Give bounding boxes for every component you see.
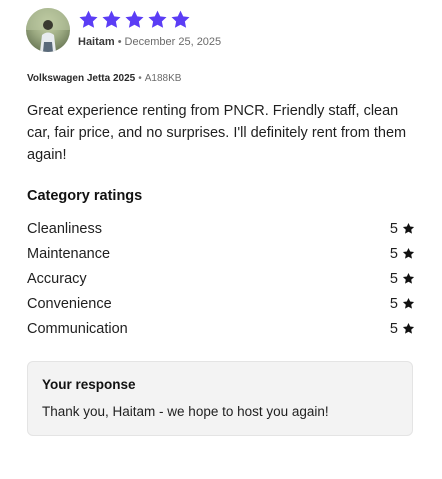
response-title: Your response bbox=[42, 377, 136, 392]
star-icon bbox=[171, 10, 190, 28]
star-icon bbox=[402, 247, 415, 259]
rating-number: 5 bbox=[389, 320, 398, 337]
rating-row-convenience: Convenience 5 bbox=[27, 291, 415, 316]
host-response-box: Your response Thank you, Haitam - we hop… bbox=[27, 361, 413, 436]
rating-value: 5 bbox=[390, 296, 415, 312]
overall-rating-stars bbox=[78, 9, 221, 31]
star-icon bbox=[402, 272, 415, 284]
rating-row-communication: Communication 5 bbox=[27, 316, 415, 341]
reviewer-name[interactable]: Haitam bbox=[78, 36, 115, 48]
vehicle-info: Volkswagen Jetta 2025 • A188KB bbox=[27, 73, 181, 84]
star-icon bbox=[125, 10, 144, 28]
star-icon bbox=[402, 297, 415, 309]
star-icon bbox=[402, 322, 415, 334]
rating-row-cleanliness: Cleanliness 5 bbox=[27, 216, 415, 241]
rating-value: 5 bbox=[390, 221, 415, 237]
rating-label: Communication bbox=[27, 320, 128, 337]
review-header: Haitam • December 25, 2025 bbox=[26, 8, 221, 52]
vehicle-plate: A188KB bbox=[144, 73, 182, 84]
vehicle-model[interactable]: Volkswagen Jetta 2025 bbox=[27, 73, 135, 84]
review-text: Great experience renting from PNCR. Frie… bbox=[27, 103, 407, 163]
response-text: Thank you, Haitam - we hope to host you … bbox=[42, 404, 329, 419]
rating-label: Cleanliness bbox=[27, 220, 102, 237]
rating-number: 5 bbox=[389, 295, 398, 312]
review-card: Haitam • December 25, 2025 Volkswagen Jett… bbox=[0, 0, 442, 479]
reviewer-meta: Haitam • December 25, 2025 bbox=[78, 36, 221, 48]
rating-number: 5 bbox=[389, 220, 398, 237]
avatar[interactable] bbox=[26, 8, 70, 52]
star-icon bbox=[402, 222, 415, 234]
rating-number: 5 bbox=[389, 270, 398, 287]
rating-label: Accuracy bbox=[27, 270, 87, 287]
category-ratings-title: Category ratings bbox=[27, 188, 143, 204]
rating-row-maintenance: Maintenance 5 bbox=[27, 241, 415, 266]
rating-number: 5 bbox=[389, 245, 398, 262]
review-date: December 25, 2025 bbox=[124, 35, 222, 48]
vehicle-separator: • bbox=[138, 73, 142, 84]
rating-label: Convenience bbox=[27, 295, 112, 312]
star-icon bbox=[102, 10, 121, 28]
star-icon bbox=[79, 10, 98, 28]
rating-label: Maintenance bbox=[27, 245, 111, 262]
rating-value: 5 bbox=[390, 246, 415, 262]
rating-value: 5 bbox=[390, 321, 415, 337]
reviewer-block: Haitam • December 25, 2025 bbox=[78, 10, 221, 48]
rating-value: 5 bbox=[390, 271, 415, 287]
star-icon bbox=[148, 10, 167, 28]
category-ratings-list: Cleanliness 5 Maintenance 5 Accuracy 5 C… bbox=[27, 216, 415, 341]
meta-separator: • bbox=[117, 35, 122, 48]
rating-row-accuracy: Accuracy 5 bbox=[27, 266, 415, 291]
